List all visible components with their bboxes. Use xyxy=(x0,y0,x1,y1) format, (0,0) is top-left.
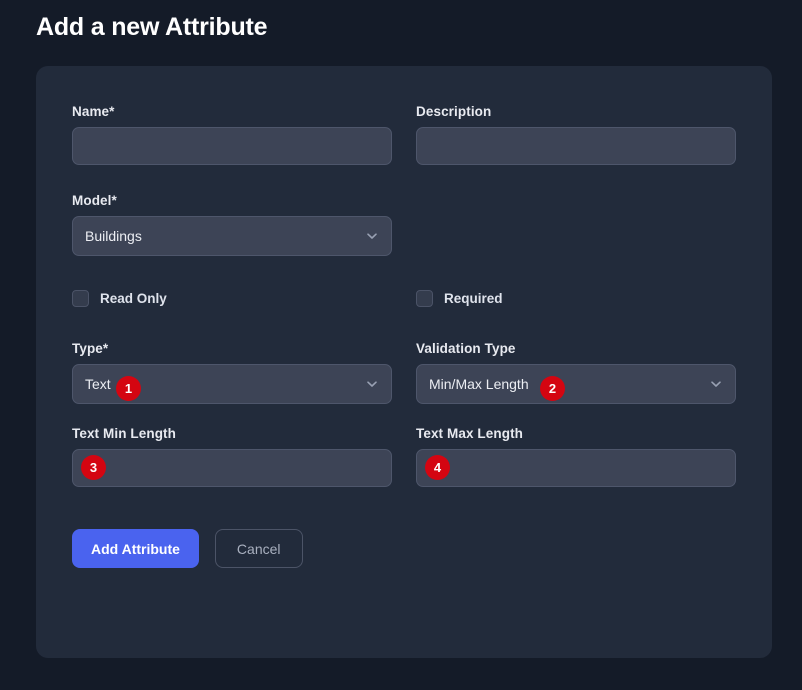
model-selected-value: Buildings xyxy=(85,228,142,244)
add-attribute-button[interactable]: Add Attribute xyxy=(72,529,199,568)
field-description: Description xyxy=(416,104,736,165)
read-only-checkbox[interactable] xyxy=(72,290,89,307)
field-text-max-length: Text Max Length 4 xyxy=(416,426,736,487)
field-model-spacer xyxy=(416,193,736,256)
cancel-button[interactable]: Cancel xyxy=(214,529,303,568)
description-input[interactable] xyxy=(416,127,736,165)
row-model: Model* Buildings xyxy=(72,193,736,256)
row-name-description: Name* Description xyxy=(72,104,736,165)
validation-type-selected-value: Min/Max Length xyxy=(429,376,529,392)
model-select[interactable]: Buildings xyxy=(72,216,392,256)
page-root: Add a new Attribute Name* Description Mo… xyxy=(0,0,802,690)
step-badge-3: 3 xyxy=(81,455,106,480)
field-validation-type: Validation Type Min/Max Length 2 xyxy=(416,341,736,404)
chevron-down-icon xyxy=(365,229,379,243)
chevron-down-icon xyxy=(709,377,723,391)
page-title: Add a new Attribute xyxy=(36,13,268,41)
text-max-length-label: Text Max Length xyxy=(416,426,524,441)
step-badge-1: 1 xyxy=(116,376,141,401)
validation-type-select[interactable]: Min/Max Length xyxy=(416,364,736,404)
text-max-length-input[interactable] xyxy=(416,449,736,487)
attribute-form-card: Name* Description Model* Buildings Read … xyxy=(36,66,772,658)
model-label: Model* xyxy=(72,193,117,208)
row-type-validation: Type* Text 1 Validation Type Min/Max Len… xyxy=(72,341,736,404)
type-selected-value: Text xyxy=(85,376,111,392)
name-input[interactable] xyxy=(72,127,392,165)
read-only-label: Read Only xyxy=(100,291,167,306)
field-read-only: Read Only xyxy=(72,290,392,307)
text-min-length-label: Text Min Length xyxy=(72,426,176,441)
row-checkboxes: Read Only Required xyxy=(72,290,736,307)
read-only-checkbox-row[interactable]: Read Only xyxy=(72,290,392,307)
text-min-length-input[interactable] xyxy=(72,449,392,487)
form-actions: Add Attribute Cancel xyxy=(72,529,736,568)
field-name: Name* xyxy=(72,104,392,165)
row-min-max-length: Text Min Length 3 Text Max Length 4 xyxy=(72,426,736,487)
chevron-down-icon xyxy=(365,377,379,391)
type-label: Type* xyxy=(72,341,109,356)
field-model: Model* Buildings xyxy=(72,193,392,256)
step-badge-2: 2 xyxy=(540,376,565,401)
step-badge-4: 4 xyxy=(425,455,450,480)
field-type: Type* Text 1 xyxy=(72,341,392,404)
attribute-form: Name* Description Model* Buildings Read … xyxy=(72,104,736,568)
required-label: Required xyxy=(444,291,503,306)
field-text-min-length: Text Min Length 3 xyxy=(72,426,392,487)
required-checkbox-row[interactable]: Required xyxy=(416,290,736,307)
required-checkbox[interactable] xyxy=(416,290,433,307)
field-required: Required xyxy=(416,290,736,307)
validation-type-label: Validation Type xyxy=(416,341,516,356)
name-label: Name* xyxy=(72,104,115,119)
description-label: Description xyxy=(416,104,492,119)
